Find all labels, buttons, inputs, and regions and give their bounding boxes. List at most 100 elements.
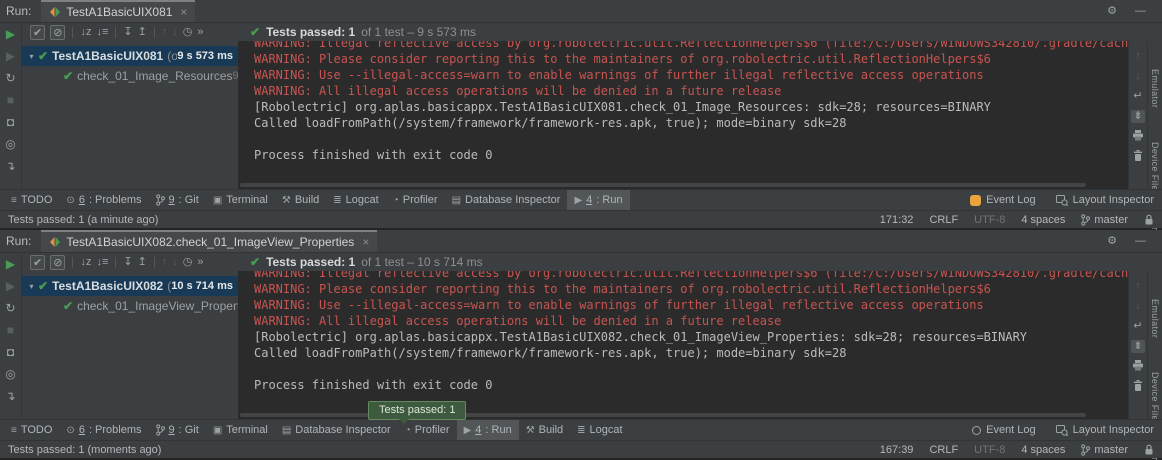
expand-all-icon[interactable]: ↧ bbox=[123, 25, 132, 39]
toolwindow-button-database-inspector[interactable]: ▤Database Inspector bbox=[275, 420, 398, 440]
problems-icon: ⊙ bbox=[66, 195, 74, 206]
clear-console-trash-icon[interactable] bbox=[1133, 380, 1143, 393]
test-history-icon[interactable]: ◷ bbox=[183, 255, 193, 269]
toggle-auto-test-icon[interactable]: ↻ bbox=[5, 72, 15, 85]
stop-icon[interactable]: ■ bbox=[7, 94, 14, 107]
toolwindow-button-terminal[interactable]: ▣Terminal bbox=[206, 190, 275, 210]
line-ending[interactable]: CRLF bbox=[929, 214, 958, 226]
collapse-all-icon[interactable]: ↥ bbox=[138, 25, 147, 39]
event-log-button[interactable]: Event Log bbox=[970, 194, 1036, 206]
run-config-tab[interactable]: TestA1BasicUIX081 × bbox=[41, 0, 195, 22]
layout-inspector-button[interactable]: Layout Inspector bbox=[1056, 424, 1154, 436]
show-passed-icon[interactable]: ✔ bbox=[30, 25, 45, 40]
expand-all-icon[interactable]: ↧ bbox=[123, 255, 132, 269]
attach-profiler-icon[interactable]: ◎ bbox=[5, 368, 15, 381]
rerun-tests-icon[interactable]: ▶ bbox=[6, 258, 15, 271]
gear-icon[interactable]: ⚙ bbox=[1107, 234, 1117, 248]
print-icon[interactable] bbox=[1133, 360, 1143, 373]
dump-threads-icon[interactable]: ◘ bbox=[7, 346, 14, 359]
attach-profiler-icon[interactable]: ◎ bbox=[5, 138, 15, 151]
dock-item-emulator[interactable]: Emulator bbox=[1150, 69, 1160, 108]
run-config-tab[interactable]: TestA1BasicUIX082.check_01_ImageView_Pro… bbox=[41, 230, 377, 252]
toolwindow-button-git[interactable]: 9: Git bbox=[149, 190, 206, 210]
down-stacktrace-icon[interactable]: ↓ bbox=[1135, 70, 1141, 83]
more-toolbar-icon[interactable]: » bbox=[197, 255, 203, 269]
event-log-button[interactable]: Event Log bbox=[972, 424, 1036, 436]
soft-wrap-icon[interactable]: ↵ bbox=[1133, 320, 1142, 333]
sort-alphabetically-icon[interactable]: ↓z bbox=[80, 25, 91, 39]
test-tree-row-child[interactable]: ✔ check_01_ImageView_Properties 10 s 714… bbox=[22, 296, 238, 316]
rerun-failed-tests-icon[interactable]: ▶ bbox=[6, 50, 15, 63]
up-stacktrace-icon[interactable]: ↑ bbox=[1135, 280, 1141, 293]
test-tree-row-child[interactable]: ✔ check_01_Image_Resources 9 s 573 ms bbox=[22, 66, 238, 86]
file-encoding[interactable]: UTF-8 bbox=[974, 444, 1005, 456]
caret-position[interactable]: 167:39 bbox=[880, 444, 914, 456]
next-failed-test-icon[interactable]: ↓ bbox=[172, 25, 178, 39]
up-stacktrace-icon[interactable]: ↑ bbox=[1135, 50, 1141, 63]
close-tab-icon[interactable]: × bbox=[362, 235, 369, 249]
indent-setting[interactable]: 4 spaces bbox=[1021, 214, 1065, 226]
dock-item-emulator[interactable]: Emulator bbox=[1150, 299, 1160, 338]
stop-icon[interactable]: ■ bbox=[7, 324, 14, 337]
toolwindow-button-terminal[interactable]: ▣Terminal bbox=[206, 420, 275, 440]
test-tree-row-root[interactable]: ▾ ✔ TestA1BasicUIX082 (org.aplas.basica … bbox=[22, 276, 238, 296]
caret-position[interactable]: 171:32 bbox=[880, 214, 914, 226]
toolwindow-button-problems[interactable]: ⊙6: Problems bbox=[59, 420, 148, 440]
down-stacktrace-icon[interactable]: ↓ bbox=[1135, 300, 1141, 313]
toggle-auto-test-icon[interactable]: ↻ bbox=[5, 302, 15, 315]
clear-console-trash-icon[interactable] bbox=[1133, 150, 1143, 163]
jump-to-source-icon[interactable]: ↴ bbox=[5, 390, 15, 403]
rerun-failed-tests-icon[interactable]: ▶ bbox=[6, 280, 15, 293]
line-ending[interactable]: CRLF bbox=[929, 444, 958, 456]
previous-failed-test-icon[interactable]: ↑ bbox=[162, 255, 168, 269]
indent-setting[interactable]: 4 spaces bbox=[1021, 444, 1065, 456]
soft-wrap-icon[interactable]: ↵ bbox=[1133, 90, 1142, 103]
toolwindow-button-problems[interactable]: ⊙6: Problems bbox=[59, 190, 148, 210]
test-tree-row-root[interactable]: ▾ ✔ TestA1BasicUIX081 (org.aplas.basica … bbox=[22, 46, 238, 66]
more-toolbar-icon[interactable]: » bbox=[197, 25, 203, 39]
next-failed-test-icon[interactable]: ↓ bbox=[172, 255, 178, 269]
show-ignored-icon[interactable]: ⊘ bbox=[50, 25, 65, 40]
collapse-all-icon[interactable]: ↥ bbox=[138, 255, 147, 269]
sort-by-duration-icon[interactable]: ↓≡ bbox=[96, 25, 108, 39]
toolwindow-button-build[interactable]: ⚒Build bbox=[275, 190, 326, 210]
test-history-icon[interactable]: ◷ bbox=[183, 25, 193, 39]
print-icon[interactable] bbox=[1133, 130, 1143, 143]
file-encoding[interactable]: UTF-8 bbox=[974, 214, 1005, 226]
chevron-down-icon[interactable]: ▾ bbox=[25, 52, 38, 61]
layout-inspector-button[interactable]: Layout Inspector bbox=[1056, 194, 1154, 206]
scroll-to-end-icon[interactable]: ⇟ bbox=[1131, 340, 1144, 353]
toolwindow-button-run[interactable]: ▶4: Run bbox=[457, 420, 519, 440]
toolwindow-button-logcat[interactable]: ≣Logcat bbox=[570, 420, 629, 440]
minimize-icon[interactable]: — bbox=[1135, 234, 1146, 248]
previous-failed-test-icon[interactable]: ↑ bbox=[162, 25, 168, 39]
close-tab-icon[interactable]: × bbox=[180, 5, 187, 19]
toolwindow-button-todo[interactable]: ≡TODO bbox=[4, 420, 59, 440]
sort-alphabetically-icon[interactable]: ↓z bbox=[80, 255, 91, 269]
toolwindow-button-profiler[interactable]: ◔Profiler bbox=[386, 190, 445, 210]
minimize-icon[interactable]: — bbox=[1135, 4, 1146, 18]
show-ignored-icon[interactable]: ⊘ bbox=[50, 255, 65, 270]
sort-by-duration-icon[interactable]: ↓≡ bbox=[96, 255, 108, 269]
gear-icon[interactable]: ⚙ bbox=[1107, 4, 1117, 18]
lock-icon[interactable] bbox=[1144, 444, 1154, 455]
git-branch-widget[interactable]: master bbox=[1081, 214, 1128, 226]
console-line: WARNING: Please consider reporting this … bbox=[254, 51, 1128, 67]
jump-to-source-icon[interactable]: ↴ bbox=[5, 160, 15, 173]
toolwindow-button-build[interactable]: ⚒Build bbox=[519, 420, 570, 440]
toolwindow-button-git[interactable]: 9: Git bbox=[149, 420, 206, 440]
toolwindow-button-run[interactable]: ▶4: Run bbox=[567, 190, 629, 210]
console-line: WARNING: Use --illegal-access=warn to en… bbox=[254, 67, 1128, 83]
horizontal-scrollbar[interactable] bbox=[240, 413, 1086, 417]
scroll-to-end-icon[interactable]: ⇟ bbox=[1131, 110, 1144, 123]
rerun-tests-icon[interactable]: ▶ bbox=[6, 28, 15, 41]
chevron-down-icon[interactable]: ▾ bbox=[25, 282, 38, 291]
show-passed-icon[interactable]: ✔ bbox=[30, 255, 45, 270]
toolwindow-button-todo[interactable]: ≡TODO bbox=[4, 190, 59, 210]
toolwindow-button-logcat[interactable]: ≣Logcat bbox=[326, 190, 385, 210]
git-branch-widget[interactable]: master bbox=[1081, 444, 1128, 456]
toolwindow-button-database-inspector[interactable]: ▤Database Inspector bbox=[445, 190, 568, 210]
horizontal-scrollbar[interactable] bbox=[240, 183, 1086, 187]
lock-icon[interactable] bbox=[1144, 214, 1154, 225]
dump-threads-icon[interactable]: ◘ bbox=[7, 116, 14, 129]
